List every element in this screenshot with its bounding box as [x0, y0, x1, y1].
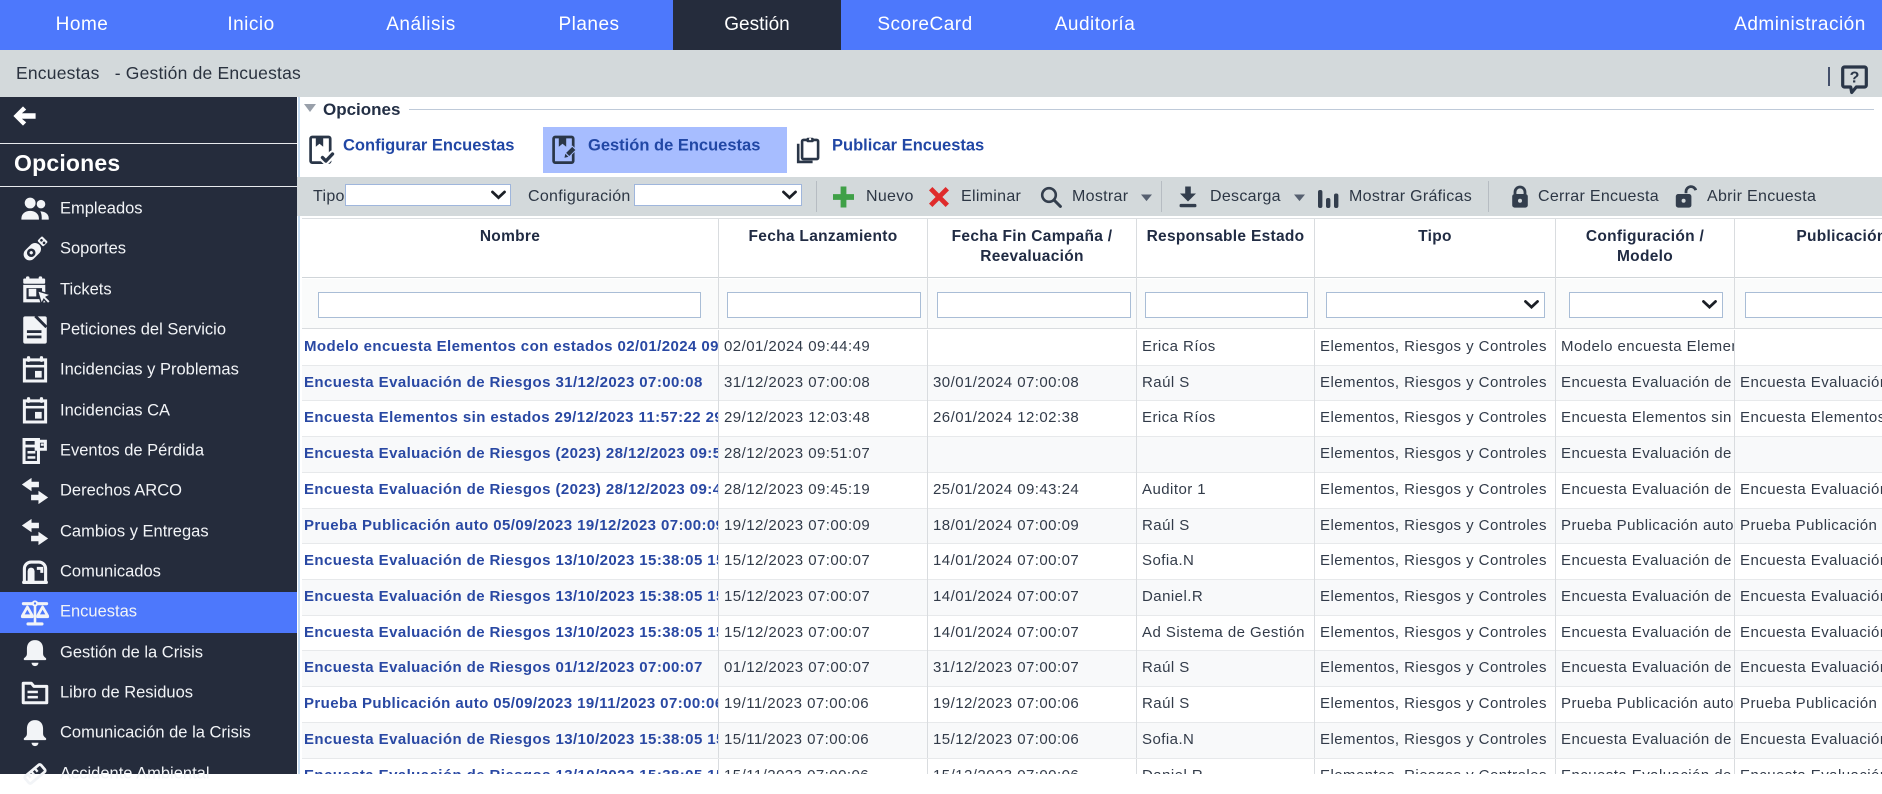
svg-text:?: ?: [1850, 70, 1860, 87]
